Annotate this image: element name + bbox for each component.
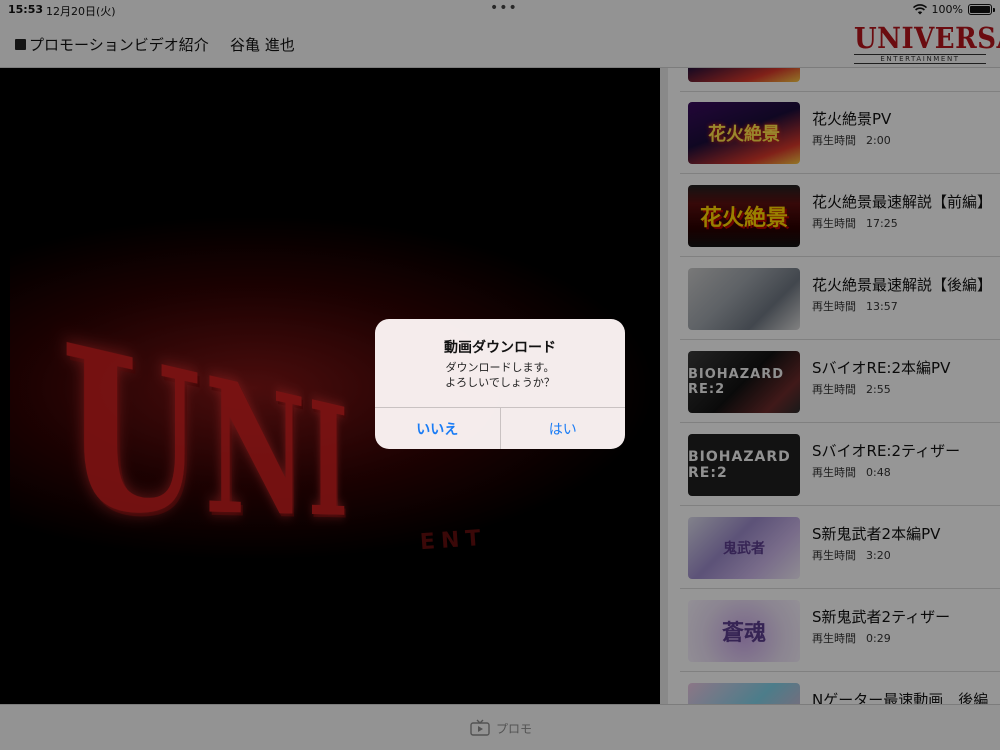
alert-title: 動画ダウンロード (444, 340, 556, 356)
alert-message-line1: ダウンロードします。 (445, 361, 555, 374)
alert-message: ダウンロードします。 よろしいでしょうか？ (375, 360, 625, 390)
yes-button[interactable]: はい (501, 408, 626, 449)
alert-message-line2: よろしいでしょうか？ (445, 376, 555, 389)
alert-button-row: いいえ はい (375, 407, 625, 449)
download-alert-dialog: 動画ダウンロード ダウンロードします。 よろしいでしょうか？ いいえ はい (375, 319, 625, 449)
no-button[interactable]: いいえ (375, 408, 501, 449)
